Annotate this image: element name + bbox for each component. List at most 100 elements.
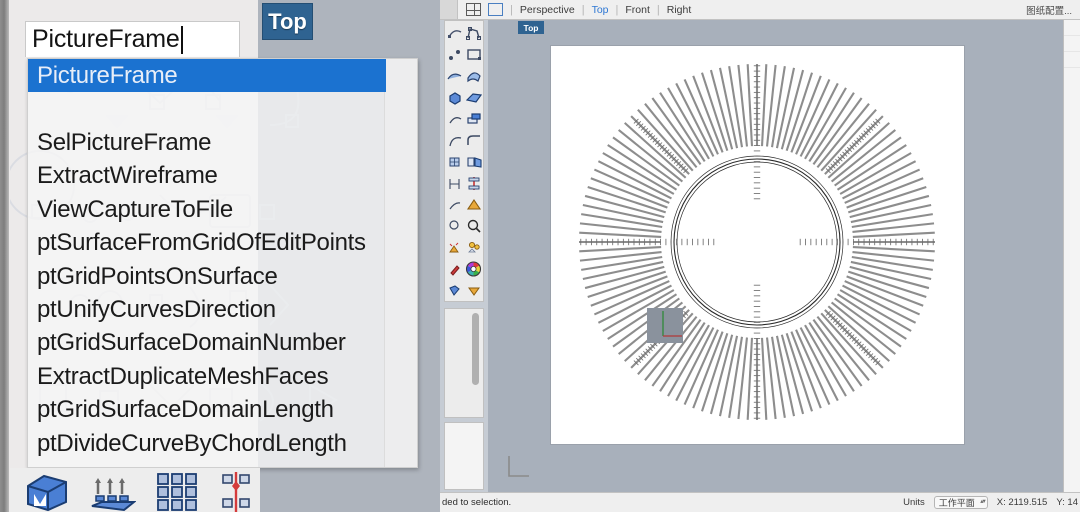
autocomplete-item[interactable]: ptSurfaceFromGridOfEditPoints [28,227,386,260]
tabbar-divider: | [510,3,513,16]
tool-palette-group-bottom[interactable] [444,422,484,490]
volume-icon[interactable] [464,198,483,212]
autocomplete-item[interactable]: ViewCaptureToFile [28,193,386,226]
mirror-icon[interactable] [218,472,254,512]
unroll-icon[interactable] [464,155,483,169]
autocomplete-item[interactable]: ptGridPointsOnSurface [28,260,386,293]
tab-right[interactable]: Right [667,4,692,16]
tool-row [445,216,483,236]
right-side-panel[interactable] [1063,20,1080,492]
autocomplete-item[interactable]: ExtractDuplicateMeshFaces [28,360,386,393]
autocomplete-item[interactable]: SelPictureFrame [28,126,386,159]
annotate-icon[interactable] [464,176,483,191]
lights-icon[interactable] [445,241,464,255]
autocomplete-item[interactable]: ptUnifyCurvesDirection [28,293,386,326]
tool-row [445,152,483,172]
zoomed-overlay-region: PictureFrame PictureFrame SelPictureFram… [0,0,440,512]
analyze-icon[interactable] [445,198,464,212]
tool-palette-group-secondary[interactable] [444,308,484,418]
mesh-tools-icon[interactable] [445,155,464,169]
top-viewport[interactable]: Top [488,20,1080,492]
single-view-layout-icon[interactable] [488,3,503,16]
tab-top[interactable]: Top [592,4,609,16]
tool-palette-group-main [444,20,484,302]
autocomplete-item-label: ptGridPointsOnSurface [37,262,278,290]
autocomplete-item-label: PictureFrame [37,61,178,89]
display-mode-icon[interactable] [445,284,464,298]
extrude-surface-icon[interactable] [90,472,136,512]
patch-surface-icon[interactable] [464,69,483,83]
autocomplete-item[interactable]: ExtractWireframe [28,160,386,193]
tab-front[interactable]: Front [625,4,650,16]
dimension-icon[interactable] [445,177,464,191]
curve-tools-icon[interactable] [445,26,464,40]
cplane-select[interactable]: 工作平面 [933,496,988,509]
command-search-input[interactable]: PictureFrame [25,21,240,57]
rhino-body: Top [440,20,1080,492]
autocomplete-item[interactable]: ptGridSurfaceDomainLength [28,394,386,427]
fillet-icon[interactable] [464,134,483,148]
coordinate-y: Y: 14 [1056,497,1078,508]
autocomplete-item-label: ptGridSurfaceDomainLength [37,396,334,424]
surface-tools-icon[interactable] [445,69,464,83]
polyline-icon[interactable] [464,26,483,41]
four-view-layout-icon[interactable] [466,3,481,16]
coordinate-x: X: 2119.515 [996,497,1048,508]
autocomplete-item-label: ViewCaptureToFile [37,195,233,223]
units-label: Units [903,497,925,508]
autocomplete-list: PictureFrame SelPictureFrame ExtractWire… [28,59,386,467]
viewport-label-text: Top [523,22,539,33]
viewport-label-badge-zoomed: Top [262,3,313,40]
transform-icon[interactable] [445,112,464,126]
tool-row [445,130,483,150]
tool-row [445,66,483,86]
render-settings-icon[interactable] [464,241,483,255]
autocomplete-item-label: ExtractWireframe [37,162,218,190]
tool-row [445,44,483,64]
tool-row [445,173,483,193]
window-edge-scrollbar[interactable] [0,0,9,512]
shade-icon[interactable] [464,284,483,298]
tool-row [445,87,483,107]
autocomplete-item[interactable]: ptDivideCurveByChordLength [28,427,386,460]
solid-tools-icon[interactable] [445,91,464,105]
cplane-axis-icon [508,456,529,477]
autocomplete-item-label: ptGridSurfaceDomainNumber [37,329,346,357]
tool-palette-scrollbar[interactable] [472,313,479,385]
boolean-icon[interactable] [464,112,483,126]
panel-icon-row[interactable] [1064,52,1080,68]
autocomplete-item-selected[interactable]: PictureFrame [28,59,386,93]
rectangle-surface-icon[interactable] [464,48,483,62]
autocomplete-item[interactable]: ptGridSurfaceDomainNumber [28,327,386,360]
tab-perspective[interactable]: Perspective [520,4,575,16]
point-tools-icon[interactable] [445,48,464,62]
status-bar: ded to selection. Units 工作平面 X: 2119.515… [440,492,1080,512]
text-caret [180,25,183,54]
colorwheel-icon[interactable] [464,261,483,277]
radial-cad-drawing [579,64,935,420]
screenshot-root: PictureFrame PictureFrame SelPictureFram… [0,0,1080,512]
autocomplete-item-blank[interactable] [28,92,386,126]
viewport-label-badge[interactable]: Top [518,21,544,34]
curve-edit-icon[interactable] [445,134,464,148]
autocomplete-item-label: ptDivideCurveByChordLength [37,429,347,457]
dropdown-scrollbar-track[interactable] [384,59,417,467]
zoom-icon[interactable] [464,219,483,234]
rectangular-array-icon[interactable] [156,472,198,512]
tool-row [445,238,483,258]
viewport-label-text: Top [268,8,307,34]
box-icon[interactable] [24,472,70,512]
panel-icon-row[interactable] [1064,20,1080,36]
command-input-value: PictureFrame [32,25,180,53]
bottom-toolbar-icons [10,468,260,512]
tabbar-divider: | [581,3,585,16]
extrude-solid-icon[interactable] [464,91,483,105]
command-autocomplete-dropdown[interactable]: PictureFrame SelPictureFrame ExtractWire… [27,58,418,468]
autocomplete-item-label: SelPictureFrame [37,129,212,157]
layout-config-button[interactable]: 图纸配置... [1026,3,1072,17]
color-picker-icon[interactable] [445,262,464,277]
panel-icon-row[interactable] [1064,36,1080,52]
left-tool-palette [440,20,488,492]
tool-row [445,259,483,279]
render-icon[interactable] [445,219,464,233]
